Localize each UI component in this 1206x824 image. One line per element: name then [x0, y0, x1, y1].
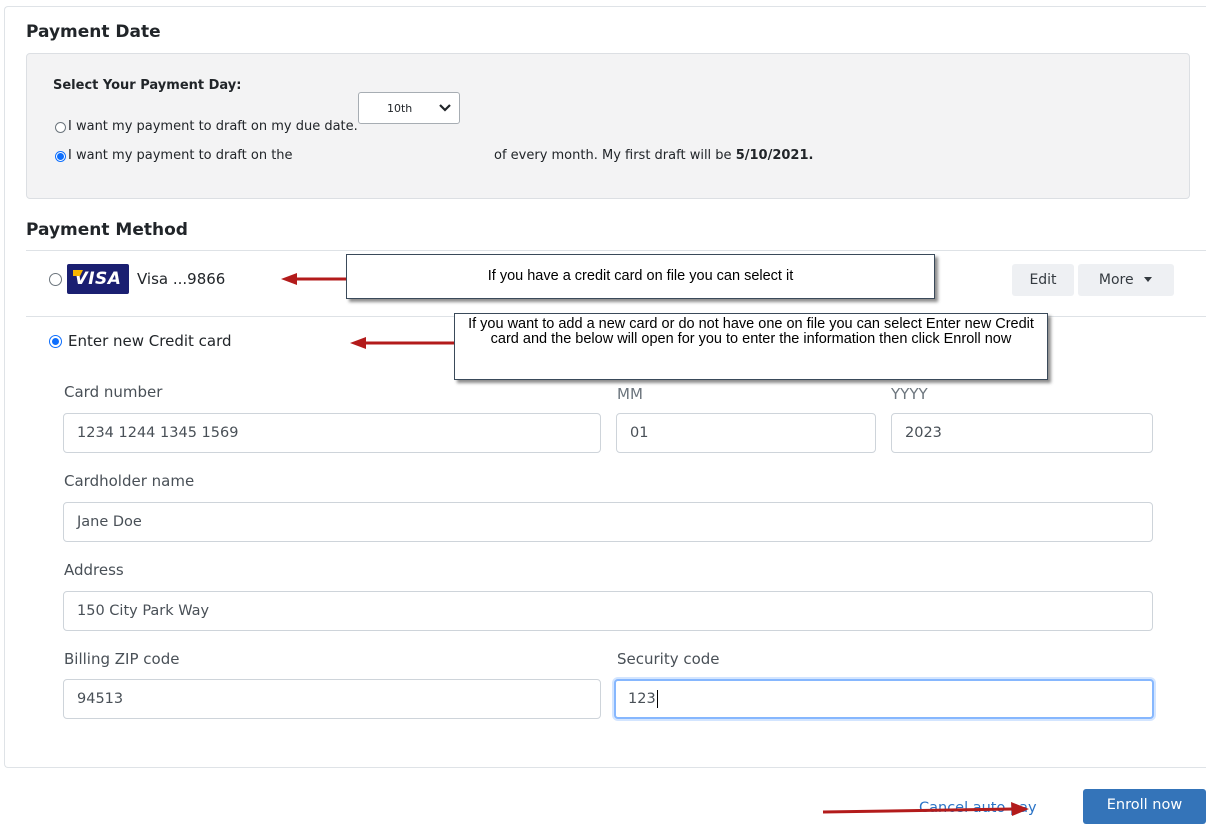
payment-method-heading: Payment Method	[26, 220, 188, 240]
arrow-icon	[281, 273, 347, 285]
saved-card-radio[interactable]	[49, 273, 62, 286]
arrow-icon	[822, 802, 1029, 816]
callout-new-card: If you want to add a new card or do not …	[454, 313, 1048, 380]
year-input[interactable]: 2023	[891, 413, 1153, 453]
arrow-icon	[350, 337, 456, 349]
edit-card-button[interactable]: Edit	[1012, 264, 1074, 296]
specific-day-option-label: I want my payment to draft on the	[68, 148, 293, 163]
security-code-value: 123	[628, 691, 656, 707]
specific-day-radio[interactable]	[55, 151, 66, 162]
card-number-input[interactable]: 1234 1244 1345 1569	[63, 413, 601, 453]
specific-day-suffix-text: of every month. My first draft will be	[494, 148, 732, 163]
month-input[interactable]: 01	[616, 413, 876, 453]
enroll-now-button[interactable]: Enroll now	[1083, 789, 1206, 824]
more-button[interactable]: More	[1078, 264, 1174, 296]
more-button-label: More	[1098, 272, 1134, 288]
security-code-input[interactable]: 123	[614, 679, 1154, 719]
callout-saved-card: If you have a credit card on file you ca…	[346, 254, 935, 299]
due-date-radio[interactable]	[55, 122, 66, 133]
text-caret	[656, 690, 658, 708]
payment-date-heading: Payment Date	[26, 22, 161, 42]
payment-day-select-value: 10th	[387, 102, 413, 115]
address-label: Address	[64, 561, 124, 579]
chevron-down-icon	[439, 104, 451, 112]
security-code-label: Security code	[617, 650, 720, 668]
payment-day-title: Select Your Payment Day:	[53, 78, 242, 93]
zip-input[interactable]: 94513	[63, 679, 601, 719]
new-card-label[interactable]: Enter new Credit card	[68, 332, 232, 350]
first-draft-date: 5/10/2021.	[735, 148, 814, 163]
saved-card-label[interactable]: Visa ...9866	[137, 270, 225, 288]
new-card-radio[interactable]	[49, 335, 62, 348]
month-label: MM	[617, 385, 643, 403]
visa-logo: VISA	[67, 264, 129, 294]
divider	[26, 250, 1206, 251]
zip-label: Billing ZIP code	[64, 650, 180, 668]
cardholder-label: Cardholder name	[64, 472, 195, 490]
year-label: YYYY	[891, 385, 928, 403]
due-date-option-label: I want my payment to draft on my due dat…	[68, 119, 358, 134]
caret-down-icon	[1144, 277, 1153, 282]
address-input[interactable]: 150 City Park Way	[63, 591, 1153, 631]
payment-day-select[interactable]: 10th	[358, 92, 460, 124]
cardholder-input[interactable]: Jane Doe	[63, 502, 1153, 542]
specific-day-option-suffix: of every month. My first draft will be 5…	[494, 148, 813, 163]
card-number-label: Card number	[64, 383, 163, 401]
